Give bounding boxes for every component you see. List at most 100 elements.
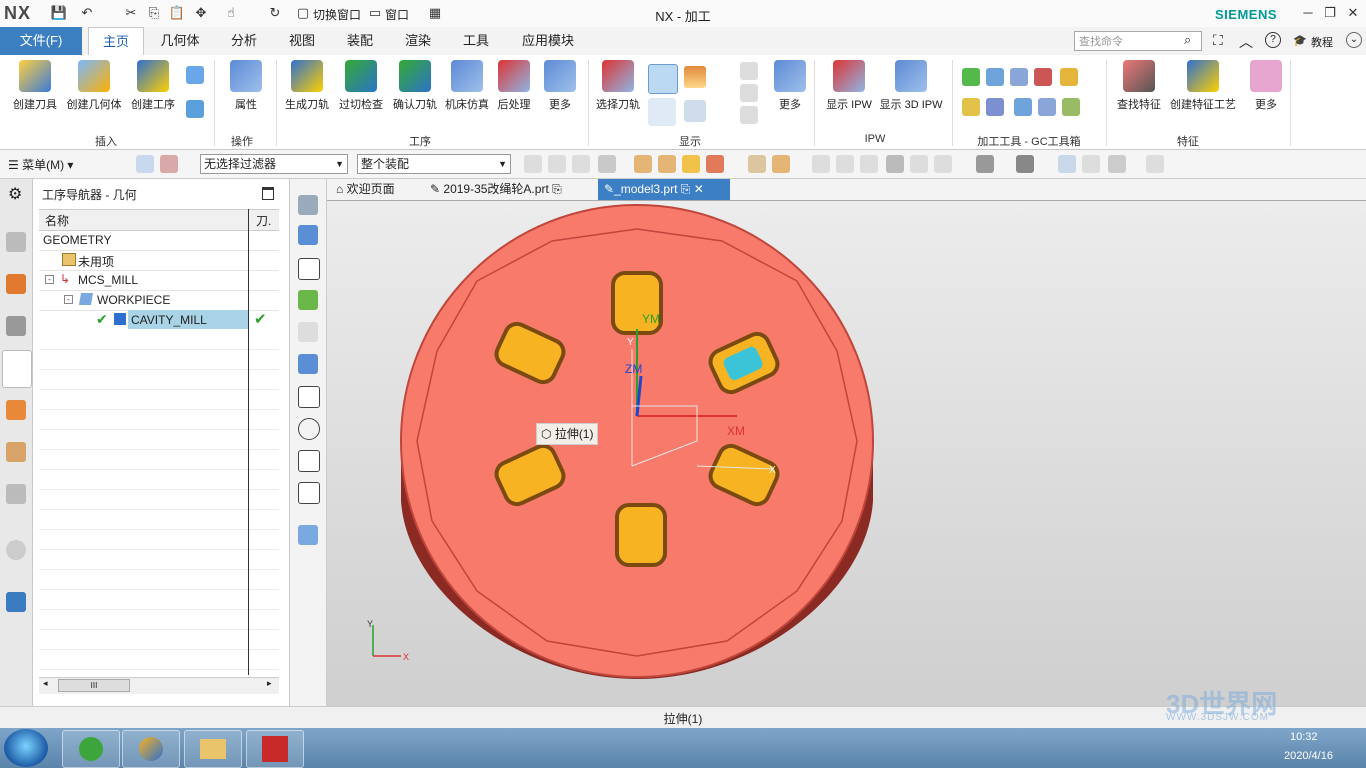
tutorial-icon[interactable]: 🎓 <box>1293 34 1307 47</box>
tree-node-workpiece[interactable]: WORKPIECE <box>97 293 170 307</box>
collapse-ribbon-icon[interactable]: ︿ <box>1239 32 1253 52</box>
select-tool-4-icon[interactable] <box>598 155 616 173</box>
view-pan-icon[interactable] <box>910 155 928 173</box>
verify-path-button[interactable]: 确认刀轨 <box>390 60 440 112</box>
strip-verify-icon[interactable] <box>298 290 318 310</box>
tab-model3[interactable]: ✎_model3.prt ⎘ ✕ <box>598 179 730 200</box>
move-up-icon[interactable] <box>740 62 758 80</box>
taskbar-explorer[interactable] <box>184 730 242 768</box>
strip-measure-icon[interactable] <box>298 322 318 342</box>
gc-tool-10-icon[interactable] <box>1062 98 1080 116</box>
tree-node-unused[interactable]: 未用项 <box>78 253 114 270</box>
strip-tool-4-icon[interactable] <box>298 525 318 545</box>
tab-view[interactable]: 视图 <box>280 27 324 55</box>
tree-node-mcs-mill[interactable]: MCS_MILL <box>78 273 138 287</box>
tab-part-2019[interactable]: ✎ 2019-35改绳轮A.prt ⎘ <box>424 179 594 200</box>
fullscreen-icon[interactable]: ⛶ <box>1213 32 1223 49</box>
display-more-button[interactable]: 更多 <box>772 60 808 112</box>
mcs-display-icon[interactable] <box>1058 155 1076 173</box>
strip-tool-3-icon[interactable] <box>298 354 318 374</box>
show-3d-ipw-button[interactable]: 显示 3D IPW <box>878 60 944 112</box>
create-tool-button[interactable]: 创建刀具 <box>6 60 64 112</box>
gear-icon[interactable]: ⚙ <box>8 184 22 204</box>
strip-delete-icon[interactable] <box>298 450 320 472</box>
strip-export-icon[interactable] <box>298 386 320 408</box>
gc-tool-7-icon[interactable] <box>986 98 1004 116</box>
minimize-button[interactable]: ─ <box>1297 3 1319 23</box>
menu-button[interactable]: ☰ 菜单(M) ▾ <box>8 156 73 173</box>
show-hide-icon[interactable] <box>1082 155 1100 173</box>
select-tool-2-icon[interactable] <box>548 155 566 173</box>
tab-render[interactable]: 渲染 <box>396 27 440 55</box>
create-feature-process-button[interactable]: 创建特征工艺 <box>1168 60 1238 112</box>
start-button[interactable] <box>4 729 48 767</box>
create-operation-button[interactable]: 创建工序 <box>126 60 180 112</box>
collapse-icon[interactable]: - <box>64 295 73 304</box>
taskbar-nx[interactable] <box>122 730 180 768</box>
create-program-icon[interactable] <box>186 66 204 84</box>
feature-more-button[interactable]: 更多 <box>1248 60 1284 112</box>
gc-tool-3-icon[interactable] <box>1010 68 1028 86</box>
tab-geometry[interactable]: 几何体 <box>150 27 210 55</box>
snap-point-3-icon[interactable] <box>682 155 700 173</box>
create-method-icon[interactable] <box>186 100 204 118</box>
stack-icon[interactable] <box>740 84 758 102</box>
display-list-icon[interactable] <box>684 100 706 122</box>
gc-tool-6-icon[interactable] <box>962 98 980 116</box>
file-menu-tab[interactable]: 文件(F) <box>0 27 82 55</box>
view-rotate-icon[interactable] <box>860 155 878 173</box>
machine-simulation-button[interactable]: 机床仿真 <box>442 60 492 112</box>
tab-application[interactable]: 应用模块 <box>512 27 584 55</box>
close-button[interactable]: ✕ <box>1342 3 1364 23</box>
tab-tools[interactable]: 工具 <box>454 27 498 55</box>
snap-point-2-icon[interactable] <box>658 155 676 173</box>
feature-navigator-icon[interactable] <box>6 442 26 462</box>
display-replay-icon[interactable] <box>648 98 676 126</box>
view-fit-icon[interactable] <box>812 155 830 173</box>
gc-tool-5-icon[interactable] <box>1060 68 1078 86</box>
render-style-icon[interactable] <box>976 155 994 173</box>
graphics-window[interactable]: YM ZM XM X Y Y X ⬡ 拉伸(1) <box>327 201 1366 706</box>
shaded-icon[interactable] <box>1016 155 1034 173</box>
create-geometry-button[interactable]: 创建几何体 <box>64 60 124 112</box>
assembly-scope-select[interactable]: 整个装配 ▼ <box>357 154 511 174</box>
collapse-icon[interactable]: - <box>45 275 54 284</box>
tree-node-geometry[interactable]: GEOMETRY <box>43 233 111 247</box>
layer-icon[interactable] <box>1108 155 1126 173</box>
search-icon[interactable]: ⌕ <box>1184 32 1191 48</box>
strip-save-icon[interactable] <box>298 258 320 280</box>
help-icon[interactable]: ? <box>1265 32 1281 48</box>
scroll-thumb[interactable]: III <box>58 679 130 692</box>
select-path-button[interactable]: 选择刀轨 <box>594 60 642 112</box>
gc-tool-1-icon[interactable] <box>962 68 980 86</box>
pocket[interactable] <box>615 503 667 567</box>
operation-navigator-icon[interactable] <box>2 350 32 388</box>
close-tab-icon[interactable]: ✕ <box>694 182 704 196</box>
tab-welcome-page[interactable]: ⌂ 欢迎页面 <box>330 179 420 200</box>
tray-clock-date[interactable]: 2020/4/16 <box>1284 750 1333 762</box>
constraint-navigator-icon[interactable] <box>6 316 26 336</box>
selection-mode-icon[interactable] <box>136 155 154 173</box>
column-name-header[interactable]: 名称 <box>45 212 69 229</box>
web-browser-icon[interactable] <box>6 592 26 612</box>
gc-tool-2-icon[interactable] <box>986 68 1004 86</box>
strip-new-icon[interactable] <box>298 482 320 504</box>
column-tool-header[interactable]: 刀. <box>256 212 271 229</box>
tray-clock-time[interactable]: 10:32 <box>1290 731 1318 743</box>
part-model-view[interactable]: YM ZM XM X Y Y X <box>327 201 1366 706</box>
view-zoom-icon[interactable] <box>836 155 854 173</box>
machine-tool-navigator-icon[interactable] <box>6 400 26 420</box>
hide-all-icon[interactable] <box>1146 155 1164 173</box>
postprocess-button[interactable]: 后处理 <box>494 60 534 112</box>
taskbar-app[interactable] <box>246 730 304 768</box>
snap-icon[interactable] <box>160 155 178 173</box>
tree-node-cavity-mill[interactable]: CAVITY_MILL <box>131 313 207 327</box>
gc-tool-9-icon[interactable] <box>1038 98 1056 116</box>
strip-tool-1-icon[interactable] <box>298 195 318 215</box>
find-feature-button[interactable]: 查找特征 <box>1112 60 1166 112</box>
taskbar-browser[interactable] <box>62 730 120 768</box>
history-icon[interactable] <box>6 540 26 560</box>
view-orient-icon[interactable] <box>886 155 904 173</box>
scroll-left-icon[interactable]: ◂ <box>43 678 48 689</box>
tab-analysis[interactable]: 分析 <box>222 27 266 55</box>
